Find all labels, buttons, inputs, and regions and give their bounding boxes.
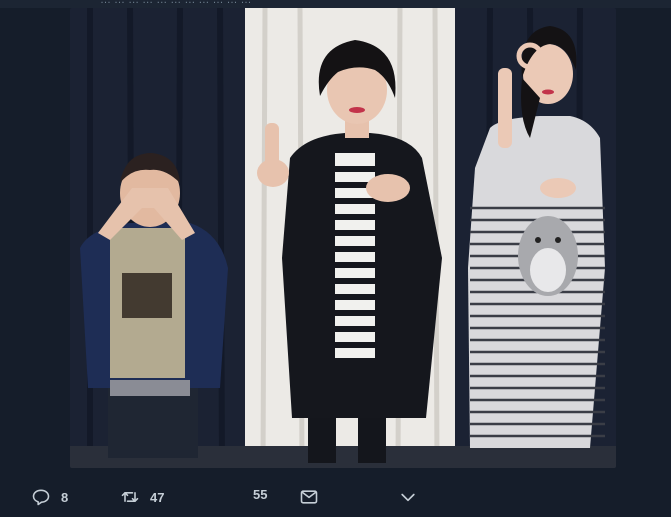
- tweet-photo[interactable]: [70, 8, 616, 468]
- retweet-icon: [121, 492, 139, 502]
- reply-icon: [32, 489, 50, 506]
- tweet-photo-image: [70, 8, 616, 468]
- top-strip: … … … … … … … … … … …: [0, 0, 671, 8]
- tweet-action-bar: 8 47 55: [0, 468, 671, 517]
- reply-count: 8: [61, 489, 69, 505]
- retweet-count: 47: [150, 489, 165, 505]
- reply-button[interactable]: 8: [31, 487, 68, 507]
- direct-message-button[interactable]: [299, 487, 319, 507]
- retweet-button[interactable]: 47: [120, 487, 164, 507]
- like-button[interactable]: 55: [243, 487, 267, 502]
- truncated-tweet-text: … … … … … … … … … … …: [100, 0, 252, 6]
- more-options-button[interactable]: [398, 487, 418, 507]
- direct-message-icon: [300, 490, 318, 504]
- like-count: 55: [253, 487, 268, 502]
- chevron-down-icon: [401, 493, 415, 502]
